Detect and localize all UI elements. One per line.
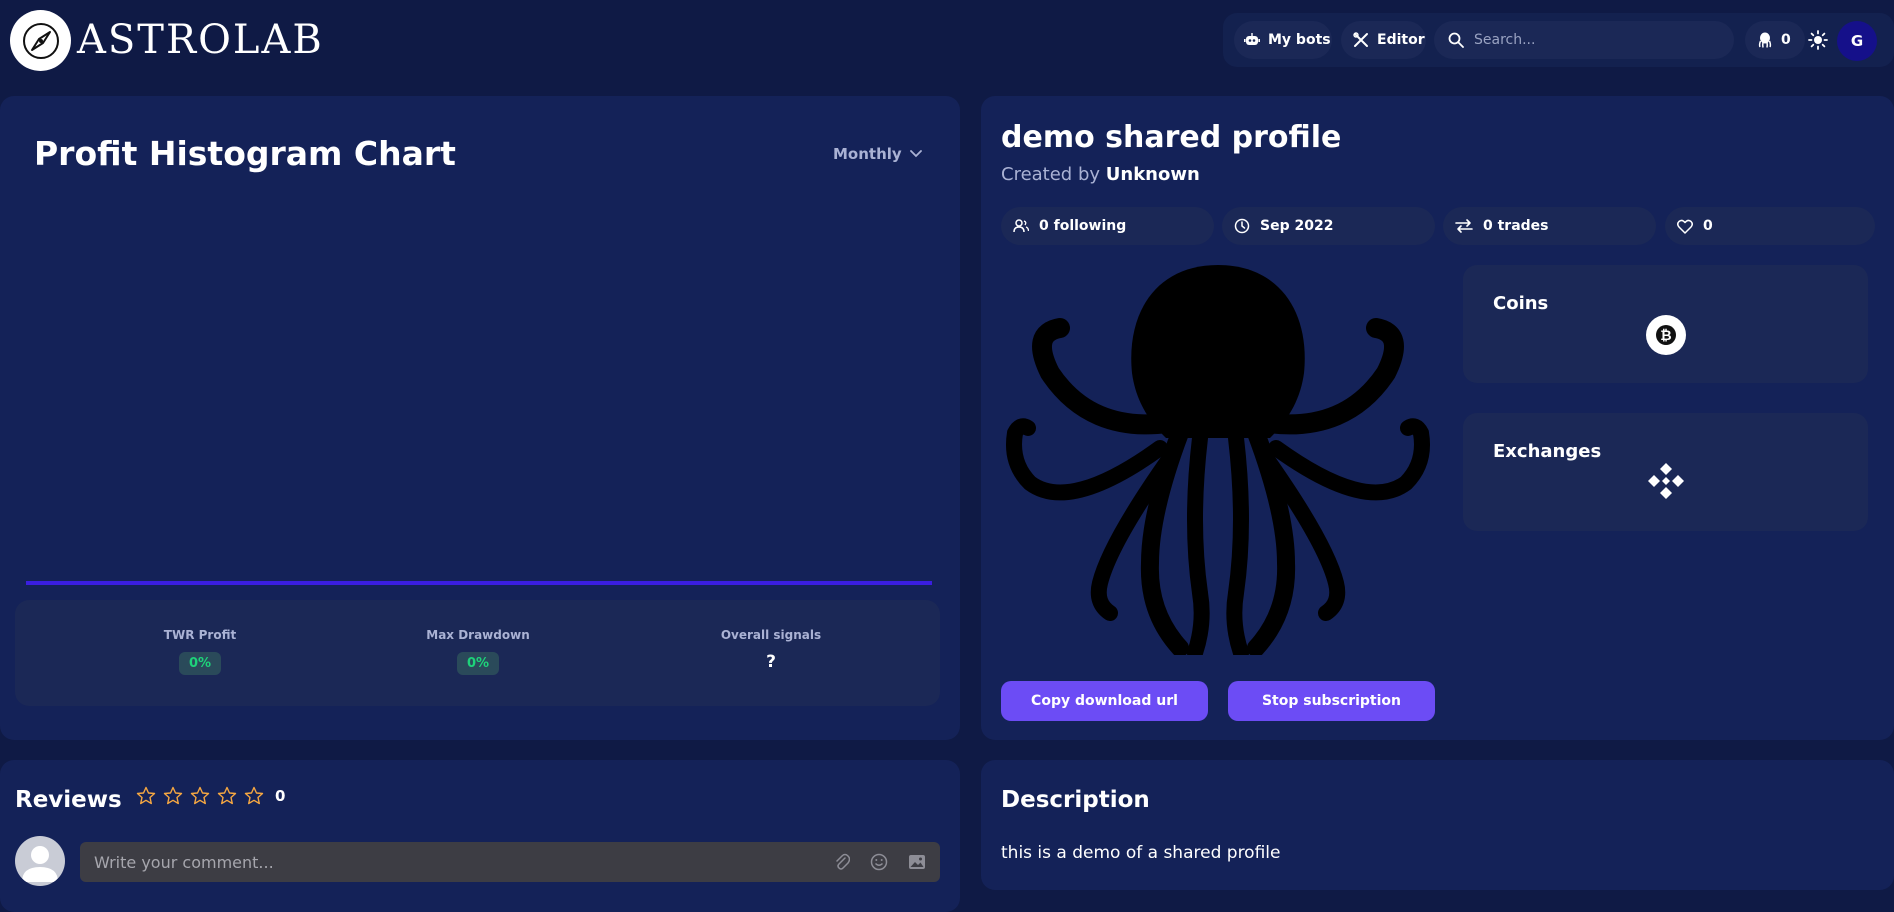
bitcoin-icon[interactable]: ₿	[1646, 315, 1686, 355]
stat-value: ?	[766, 652, 776, 672]
chart-title: Profit Histogram Chart	[34, 134, 456, 173]
likes-count: 0	[1703, 218, 1713, 234]
tools-icon	[1353, 32, 1368, 47]
paperclip-icon[interactable]	[834, 853, 850, 871]
search-input[interactable]	[1474, 32, 1724, 48]
review-count: 0	[275, 787, 286, 805]
stop-subscription-button[interactable]: Stop subscription	[1228, 681, 1435, 721]
search-box[interactable]	[1434, 21, 1734, 59]
star-icon[interactable]	[163, 786, 183, 806]
stat-max-drawdown: Max Drawdown 0%	[398, 628, 558, 675]
exchanges-card: Exchanges	[1463, 413, 1868, 531]
binance-icon[interactable]	[1646, 461, 1686, 501]
clock-icon	[1234, 218, 1250, 234]
editor-label: Editor	[1377, 32, 1425, 48]
editor-button[interactable]: Editor	[1341, 21, 1426, 59]
swap-arrows-icon	[1455, 219, 1473, 233]
octopus-icon	[1758, 32, 1772, 48]
description-panel	[981, 760, 1894, 890]
stat-value-badge: 0%	[178, 652, 222, 675]
logo-text[interactable]: ASTROLAB	[77, 16, 324, 64]
created-by-prefix: Created by	[1001, 164, 1101, 185]
description-title: Description	[1001, 787, 1150, 813]
theme-toggle[interactable]	[1808, 30, 1828, 50]
reviews-title: Reviews	[15, 787, 122, 813]
octopus-icon	[1006, 265, 1430, 655]
my-bots-button[interactable]: My bots	[1234, 21, 1332, 59]
stat-label: Max Drawdown	[426, 628, 530, 642]
emoji-icon[interactable]	[870, 853, 888, 871]
created-date: Sep 2022	[1260, 218, 1334, 234]
bot-count: 0	[1781, 32, 1791, 48]
stat-label: Overall signals	[720, 628, 822, 642]
bot-count-badge[interactable]: 0	[1745, 21, 1805, 59]
stat-twr-profit: TWR Profit 0%	[120, 628, 280, 675]
stat-overall-signals: Overall signals ?	[691, 628, 851, 672]
likes-pill[interactable]: 0	[1665, 207, 1875, 245]
sun-icon	[1808, 30, 1828, 50]
exchanges-title: Exchanges	[1493, 441, 1602, 462]
star-icon[interactable]	[136, 786, 156, 806]
coins-title: Coins	[1493, 293, 1549, 314]
my-bots-label: My bots	[1268, 32, 1331, 48]
stat-label: TWR Profit	[163, 628, 237, 642]
profile-title: demo shared profile	[1001, 120, 1342, 155]
image-icon[interactable]	[908, 854, 926, 870]
heart-icon	[1677, 219, 1693, 234]
star-icon[interactable]	[190, 786, 210, 806]
following-pill[interactable]: 0 following	[1001, 207, 1214, 245]
trades-count: 0 trades	[1483, 218, 1549, 234]
chevron-down-icon	[909, 150, 922, 158]
robot-icon	[1244, 33, 1260, 45]
description-text: this is a demo of a shared profile	[1001, 843, 1281, 863]
reviews-panel	[0, 760, 960, 912]
author-name[interactable]: Unknown	[1106, 164, 1200, 185]
stats-box: TWR Profit 0% Max Drawdown 0% Overall si…	[15, 600, 940, 706]
following-count: 0 following	[1039, 218, 1127, 234]
trades-pill: 0 trades	[1443, 207, 1656, 245]
stat-value-badge: 0%	[456, 652, 500, 675]
user-avatar	[15, 836, 65, 886]
profile-author: Created by Unknown	[1001, 163, 1200, 187]
logo-icon[interactable]	[10, 10, 71, 71]
coins-card: Coins ₿	[1463, 265, 1868, 383]
comment-box[interactable]	[80, 842, 940, 882]
star-icon[interactable]	[217, 786, 237, 806]
profit-histogram-chart	[26, 581, 932, 585]
star-icon[interactable]	[244, 786, 264, 806]
svg-text:₿: ₿	[1660, 328, 1671, 344]
period-selected: Monthly	[833, 145, 902, 163]
rating-stars[interactable]: 0	[136, 786, 285, 806]
comment-input[interactable]	[94, 852, 814, 872]
copy-download-url-button[interactable]: Copy download url	[1001, 681, 1208, 721]
top-header: ASTROLAB My bots Editor 0	[0, 0, 1894, 80]
date-pill: Sep 2022	[1222, 207, 1435, 245]
search-icon	[1448, 32, 1464, 48]
user-avatar-button[interactable]: G	[1837, 21, 1877, 61]
users-icon	[1013, 219, 1029, 233]
period-dropdown[interactable]: Monthly	[833, 145, 922, 163]
